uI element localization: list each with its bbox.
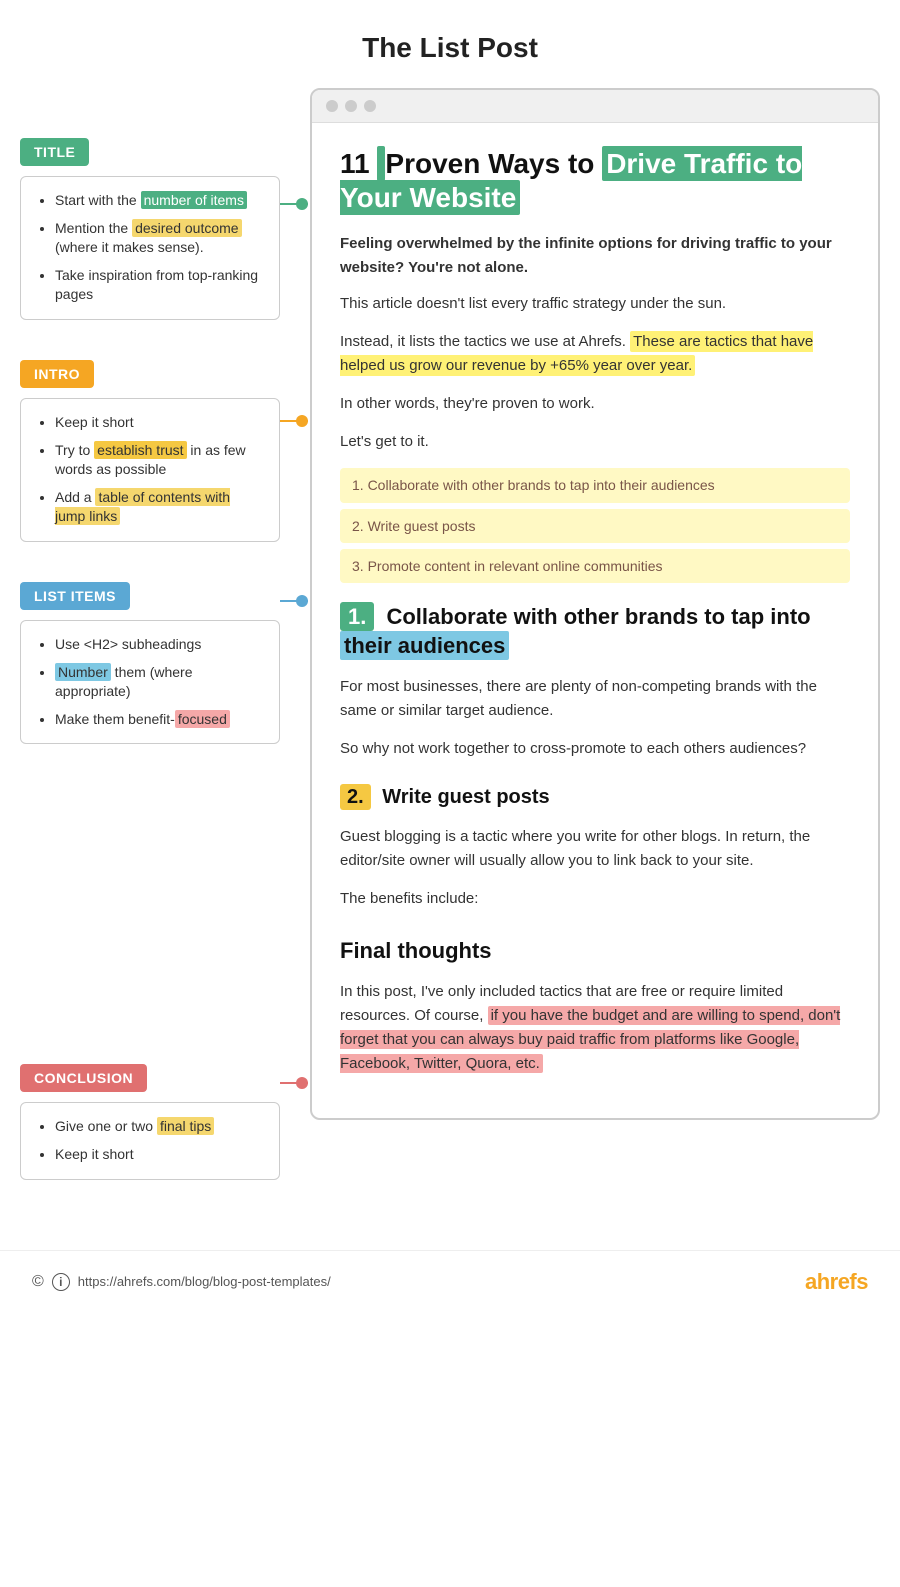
title-label: TITLE bbox=[20, 138, 89, 166]
final-heading: Final thoughts bbox=[340, 933, 850, 968]
conclusion-annotation: CONCLUSION Give one or two final tips Ke… bbox=[20, 1064, 280, 1179]
conclusion-annotation-box: Give one or two final tips Keep it short bbox=[20, 1102, 280, 1179]
footer-url[interactable]: https://ahrefs.com/blog/blog-post-templa… bbox=[78, 1274, 331, 1289]
info-icon: i bbox=[52, 1273, 70, 1291]
number-tip-highlight: Number bbox=[55, 663, 111, 681]
main-layout: TITLE Start with the number of items Men… bbox=[0, 88, 900, 1250]
intro-annotation: INTRO Keep it short Try to establish tru… bbox=[20, 360, 280, 542]
intro-bold-text: Feeling overwhelmed by the infinite opti… bbox=[340, 232, 850, 280]
browser-content: 11 Proven Ways to Drive Traffic to Your … bbox=[312, 123, 878, 1118]
section-2-para-1: Guest blogging is a tactic where you wri… bbox=[340, 825, 850, 873]
title-annotation-box: Start with the number of items Mention t… bbox=[20, 176, 280, 320]
section-1-title: Collaborate with other brands to tap int… bbox=[340, 604, 811, 660]
title-tip-3: Take inspiration from top-ranking pages bbox=[55, 266, 263, 305]
para-2-start: Instead, it lists the tactics we use at … bbox=[340, 333, 626, 350]
list-tip-1: Use <H2> subheadings bbox=[55, 635, 263, 655]
toc-item-3[interactable]: 3. Promote content in relevant online co… bbox=[340, 549, 850, 583]
para-2: Instead, it lists the tactics we use at … bbox=[340, 330, 850, 378]
article-title-num: 11 bbox=[340, 148, 370, 179]
number-highlight: number of items bbox=[141, 191, 247, 209]
intro-label: INTRO bbox=[20, 360, 94, 388]
section-1-num: 1. bbox=[340, 602, 374, 631]
final-tips-highlight: final tips bbox=[157, 1117, 214, 1135]
footer-left: © i https://ahrefs.com/blog/blog-post-te… bbox=[32, 1273, 331, 1291]
list-items-annotation-box: Use <H2> subheadings Number them (where … bbox=[20, 620, 280, 744]
browser-window: 11 Proven Ways to Drive Traffic to Your … bbox=[310, 88, 880, 1120]
para-4: Let's get to it. bbox=[340, 430, 850, 454]
trust-highlight: establish trust bbox=[94, 441, 186, 459]
outcome-highlight: desired outcome bbox=[132, 219, 242, 237]
section-2-heading: 2. Write guest posts bbox=[340, 781, 850, 813]
title-tip-2: Mention the desired outcome (where it ma… bbox=[55, 219, 263, 258]
section-1-para-1: For most businesses, there are plenty of… bbox=[340, 675, 850, 723]
section-2-num: 2. bbox=[340, 784, 371, 810]
footer: © i https://ahrefs.com/blog/blog-post-te… bbox=[0, 1250, 900, 1313]
final-para: In this post, I've only included tactics… bbox=[340, 980, 850, 1076]
article-title-rest: Proven Ways to bbox=[385, 148, 602, 179]
title-tip-1: Start with the number of items bbox=[55, 191, 263, 211]
para-3: In other words, they're proven to work. bbox=[340, 392, 850, 416]
toc-item-1[interactable]: 1. Collaborate with other brands to tap … bbox=[340, 468, 850, 502]
list-tip-3: Make them benefit-focused bbox=[55, 710, 263, 730]
intro-annotation-box: Keep it short Try to establish trust in … bbox=[20, 398, 280, 542]
browser-dot-3 bbox=[364, 100, 376, 112]
list-tip-2: Number them (where appropriate) bbox=[55, 663, 263, 702]
intro-tip-1: Keep it short bbox=[55, 413, 263, 433]
title-annotation: TITLE Start with the number of items Men… bbox=[20, 138, 280, 320]
page-wrapper: The List Post TITLE Start with the numbe… bbox=[0, 0, 900, 1313]
browser-bar bbox=[312, 90, 878, 123]
section-1-title-highlight: their audiences bbox=[340, 631, 509, 660]
para-1: This article doesn't list every traffic … bbox=[340, 292, 850, 316]
annotations-column: TITLE Start with the number of items Men… bbox=[20, 88, 300, 1210]
conclusion-tip-2: Keep it short bbox=[55, 1145, 263, 1165]
toc-item-2[interactable]: 2. Write guest posts bbox=[340, 509, 850, 543]
intro-tip-2: Try to establish trust in as few words a… bbox=[55, 441, 263, 480]
page-title: The List Post bbox=[0, 0, 900, 88]
toc-highlight: table of contents with jump links bbox=[55, 488, 230, 526]
section-1-heading: 1. Collaborate with other brands to tap … bbox=[340, 603, 850, 660]
focused-highlight: focused bbox=[175, 710, 230, 728]
browser-dot-2 bbox=[345, 100, 357, 112]
conclusion-label: CONCLUSION bbox=[20, 1064, 147, 1092]
cc-icon: © bbox=[32, 1273, 44, 1291]
browser-dot-1 bbox=[326, 100, 338, 112]
footer-logo: ahrefs bbox=[805, 1269, 868, 1295]
list-items-label: LIST ITEMS bbox=[20, 582, 130, 610]
section-2-para-2: The benefits include: bbox=[340, 887, 850, 911]
article-title: 11 Proven Ways to Drive Traffic to Your … bbox=[340, 147, 850, 214]
section-2-title: Write guest posts bbox=[382, 786, 549, 808]
section-1-para-2: So why not work together to cross-promot… bbox=[340, 737, 850, 761]
intro-tip-3: Add a table of contents with jump links bbox=[55, 488, 263, 527]
conclusion-tip-1: Give one or two final tips bbox=[55, 1117, 263, 1137]
list-items-annotation: LIST ITEMS Use <H2> subheadings Number t… bbox=[20, 582, 280, 744]
toc-list: 1. Collaborate with other brands to tap … bbox=[340, 468, 850, 583]
